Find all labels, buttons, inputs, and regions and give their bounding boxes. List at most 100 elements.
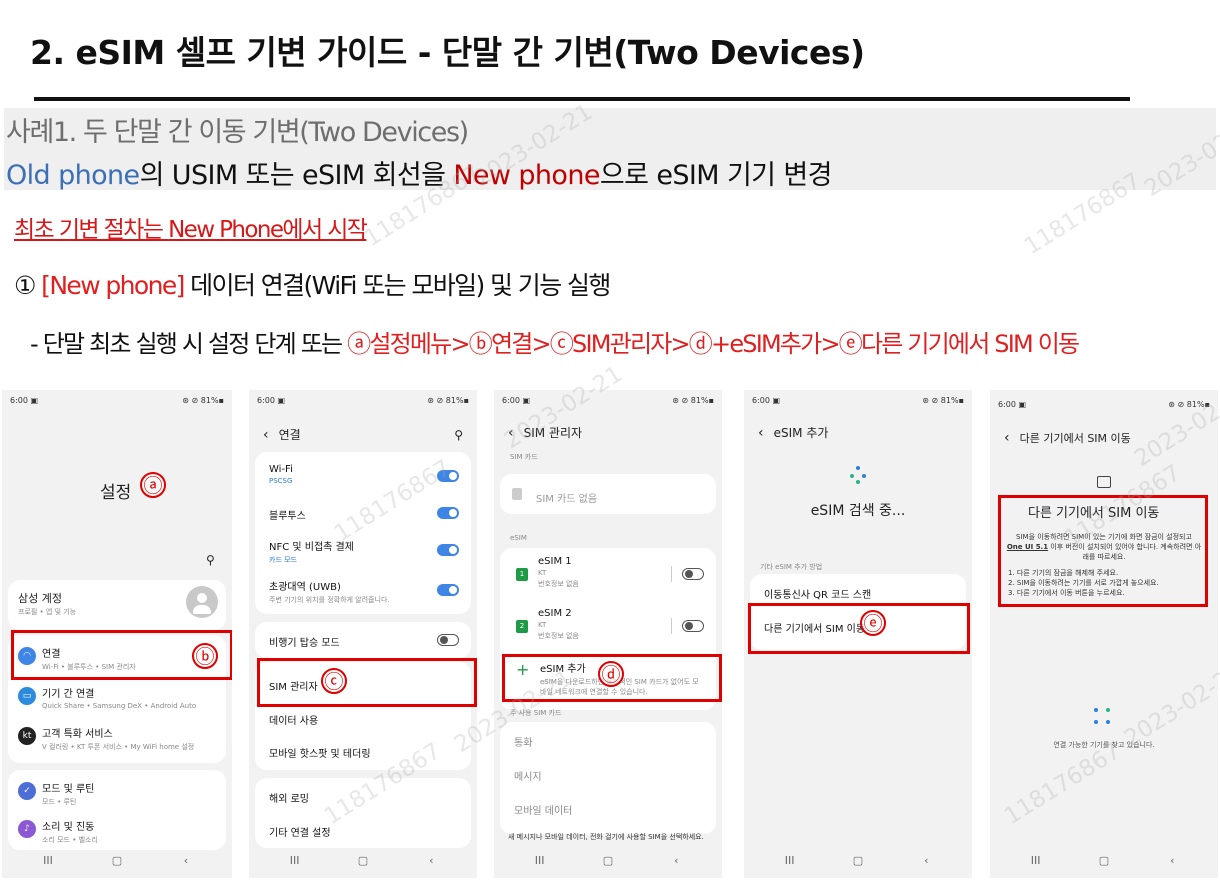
recent-apps-icon[interactable]: III [1001,854,1069,867]
recent-apps-icon[interactable]: III [755,854,823,867]
settings-list-card-2: ✓ 모드 및 루틴 모드 • 루틴 ♪ 소리 및 진동 소리 모드 • 벨소리 [8,770,226,850]
nav-bar: III ▢ ‹ [249,854,477,872]
recent-apps-icon[interactable]: III [260,854,328,867]
bluetooth-toggle[interactable] [437,507,459,519]
search-icon[interactable]: ⚲ [454,428,463,442]
home-icon[interactable]: ▢ [574,854,642,867]
marker-c: ⓒ [321,668,347,694]
status-icons: ⊛ ⊘ 81%▪ [427,396,469,405]
item-sub: Quick Share • Samsung DeX • Android Auto [42,702,197,710]
title-divider [34,97,1130,101]
item-title: 기기 간 연결 [42,689,95,700]
back-icon[interactable]: ‹ [892,854,960,867]
status-bar: 6:00 ▣ ⊛ ⊘ 81%▪ [257,396,469,410]
back-icon[interactable]: ‹ [642,854,710,867]
screen-header: ‹ 다른 기기에서 SIM 이동 [1004,430,1131,446]
row-sub: 주변 기기의 위치를 정확하게 알려줍니다. [269,596,390,604]
physical-sim-card: SIM 카드 없음 [500,474,716,514]
no-sim-text: SIM 카드 없음 [536,494,598,505]
roaming-row[interactable]: 해외 로밍 [269,790,457,805]
screen-header: ‹ SIM 관리자 [508,424,582,441]
check-icon: ✓ [18,782,36,800]
settings-item-modes[interactable]: 모드 및 루틴 모드 • 루틴 [42,780,94,807]
esim-1-toggle[interactable] [682,568,704,580]
bluetooth-row[interactable]: 블루투스 [269,507,457,522]
footer-note: 새 메시지나 모바일 데이터, 전화 걸기에 사용할 SIM을 선택하세요. [508,833,704,841]
item-title: 고객 특화 서비스 [42,729,113,740]
status-bar: 6:00 ▣ ⊛ ⊘ 81%▪ [10,396,224,410]
back-icon[interactable]: ‹ [397,854,465,867]
airplane-toggle[interactable] [437,634,459,646]
other-methods-label: 기타 eSIM 추가 방법 [760,563,823,571]
back-arrow-icon[interactable]: ‹ [263,427,269,443]
esim-2-row[interactable]: eSIM 2 KT 번호정보 없음 [538,608,579,641]
screen-header: ‹ 연결 [263,426,301,443]
marker-b: ⓑ [192,643,218,669]
recent-apps-icon[interactable]: III [14,854,83,867]
status-bar: 6:00 ▣ ⊛ ⊘ 81%▪ [502,396,714,410]
settings-item-kt-services[interactable]: 고객 특화 서비스 V 컬러링 • KT 투폰 서비스 • My WiFi ho… [42,725,194,752]
header-title: SIM 관리자 [523,426,583,440]
calls-row[interactable]: 통화 [514,734,702,749]
status-bar: 6:00 ▣ ⊛ ⊘ 81%▪ [998,400,1210,414]
settings-item-sound[interactable]: 소리 및 진동 소리 모드 • 벨소리 [42,818,98,845]
nfc-row[interactable]: NFC 및 비접촉 결제 카드 모드 [269,538,457,565]
home-icon[interactable]: ▢ [1070,854,1138,867]
row-title: 모바일 핫스팟 및 테더링 [269,749,371,760]
mobile-data-row[interactable]: 모바일 데이터 [514,802,702,817]
home-icon[interactable]: ▢ [824,854,892,867]
item-title: 모드 및 루틴 [42,784,95,795]
back-arrow-icon[interactable]: ‹ [758,425,764,441]
row-title: 데이터 사용 [269,716,319,727]
messages-row[interactable]: 메시지 [514,768,702,783]
esim-2-toggle[interactable] [682,620,704,632]
more-card: 해외 로밍 기타 연결 설정 [255,778,471,848]
highlight-sim-manager [257,658,477,707]
back-icon[interactable]: ‹ [1138,854,1206,867]
searching-text: eSIM 검색 중... [810,503,906,519]
marker-e: ⓔ [860,610,886,636]
status-icons: ⊛ ⊘ 81%▪ [922,396,964,405]
uwb-toggle[interactable] [437,584,459,596]
recent-apps-icon[interactable]: III [505,854,573,867]
esim-1-row[interactable]: eSIM 1 KT 번호정보 없음 [538,556,579,589]
item-sub: 모드 • 루틴 [42,798,77,806]
search-icon[interactable]: ⚲ [206,553,215,567]
wifi-row[interactable]: Wi-Fi PSCSG [269,464,457,485]
nav-bar: III ▢ ‹ [2,854,232,872]
status-bar: 6:00 ▣ ⊛ ⊘ 81%▪ [752,396,964,410]
status-time: 6:00 ▣ [752,396,781,405]
primary-sim-card: 통화 메시지 모바일 데이터 [500,722,716,834]
back-arrow-icon[interactable]: ‹ [1004,430,1010,446]
row-title: 비행기 탑승 모드 [269,638,340,649]
item-sub: 소리 모드 • 벨소리 [42,836,98,844]
case-description: Old phone의 USIM 또는 eSIM 회선을 New phone으로 … [6,153,832,192]
wifi-toggle[interactable] [437,470,459,482]
qr-scan-row[interactable]: 이동통신사 QR 코드 스캔 [764,586,952,601]
uwb-row[interactable]: 초광대역 (UWB) 주변 기기의 위치를 정확하게 알려줍니다. [269,578,457,605]
esim-label: eSIM [510,534,527,542]
start-note: 최초 기변 절차는 New Phone에서 시작 [14,210,368,244]
more-settings-row[interactable]: 기타 연결 설정 [269,824,457,839]
kt-icon: kt [18,727,36,745]
home-icon[interactable]: ▢ [83,854,152,867]
sim-card-icon [512,488,522,500]
status-icons: ⊛ ⊘ 81%▪ [182,396,224,405]
row-title: NFC 및 비접촉 결제 [269,542,354,553]
hotspot-row[interactable]: 모바일 핫스팟 및 테더링 [269,745,457,760]
back-arrow-icon[interactable]: ‹ [508,425,514,441]
nfc-toggle[interactable] [437,544,459,556]
phone-screen-connections: 6:00 ▣ ⊛ ⊘ 81%▪ ‹ 연결 ⚲ Wi-Fi PSCSG 블루투스 NF… [249,390,477,878]
settings-item-device-connect[interactable]: 기기 간 연결 Quick Share • Samsung DeX • Andr… [42,685,196,710]
header-title: 연결 [278,428,301,442]
case-desc-mid: 의 USIM 또는 eSIM 회선을 [139,160,454,191]
status-time: 6:00 ▣ [257,396,286,405]
airplane-row[interactable]: 비행기 탑승 모드 [269,634,457,649]
data-usage-row[interactable]: 데이터 사용 [269,712,457,727]
home-icon[interactable]: ▢ [329,854,397,867]
account-card[interactable]: 삼성 계정 프로필 • 앱 및 기능 [8,580,226,630]
back-icon[interactable]: ‹ [152,854,221,867]
item-title: 소리 및 진동 [42,822,95,833]
page-title: 2. eSIM 셀프 기변 가이드 - 단말 간 기변(Two Devices) [30,33,865,72]
sim-card-label: SIM 카드 [510,453,538,461]
